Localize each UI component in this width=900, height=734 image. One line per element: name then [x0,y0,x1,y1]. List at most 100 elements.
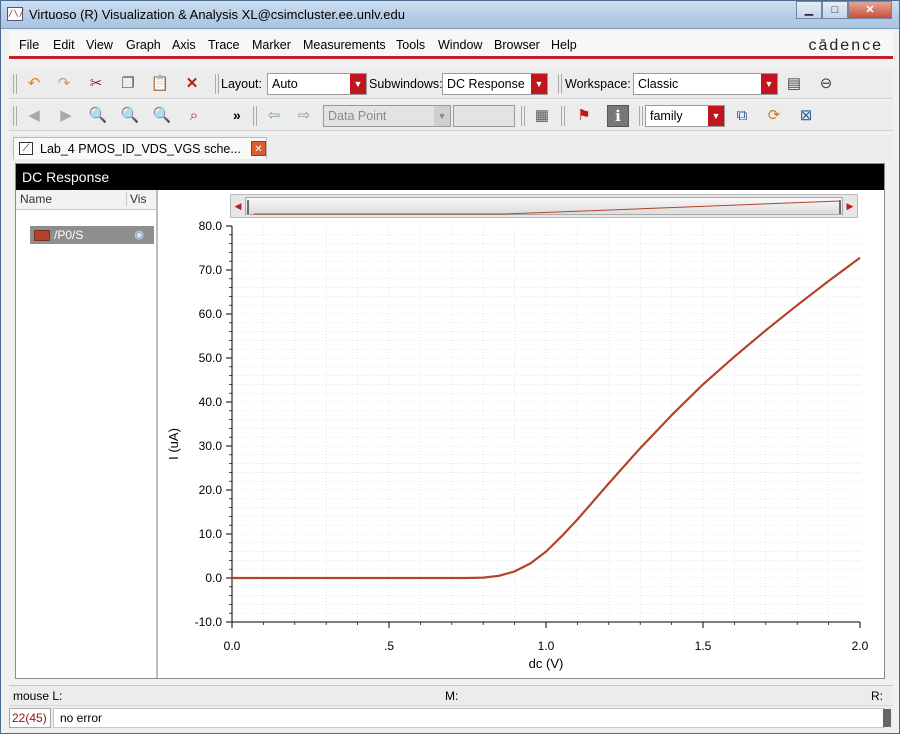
plot-area[interactable]: ◀ ▶ -10.0 0.0 10.0 20.0 30.0 40.0 50.0 60.0 70.0… [160,190,884,678]
scroll-left-icon[interactable]: ◀ [233,199,243,213]
series-line [232,256,861,580]
layout-select[interactable]: Auto ▼ [267,73,367,95]
back-icon[interactable]: ◀ [23,105,45,127]
trace-list-header: Name Vis [16,190,156,210]
marker-type-value: Data Point [328,109,387,123]
menu-help[interactable]: Help [551,38,577,52]
marker-right-icon[interactable]: ⇨ [293,105,315,127]
toolbar-grip[interactable] [13,106,17,126]
title-bar: /\/ Virtuoso (R) Visualization & Analysi… [1,1,899,29]
y-tick-label: 80.0 [199,219,223,233]
vis-column-header[interactable]: Vis [126,192,146,206]
tab-bar: ⟋ Lab_4 PMOS_ID_VDS_VGS sche... ✕ [9,135,893,161]
overlay-icon[interactable]: ⊠ [795,105,817,127]
x-axis-label: dc (V) [529,656,564,671]
chevron-down-icon[interactable]: ▼ [761,74,777,94]
message-bar: 22(45) no error [9,705,893,729]
menu-trace[interactable]: Trace [208,38,240,52]
close-button[interactable]: ✕ [848,1,892,19]
marker-value-input[interactable] [453,105,515,127]
x-tick-label: 0.0 [224,639,241,653]
chevron-down-icon[interactable]: ▼ [350,74,366,94]
trace-item[interactable]: /P0/S ◉ [30,226,154,244]
y-axis-label: I (uA) [166,428,181,460]
zoom-box-icon[interactable]: ⌕ [183,105,205,127]
toolbar-grip[interactable] [13,74,17,94]
menu-measurements[interactable]: Measurements [303,38,386,52]
chevron-down-icon[interactable]: ▼ [434,106,450,126]
close-tab-icon[interactable]: ✕ [251,141,266,156]
toolbar-grip[interactable] [253,106,257,126]
menu-edit[interactable]: Edit [53,38,75,52]
minimize-button[interactable]: ▁ [796,1,822,19]
y-tick-label: -10.0 [195,615,223,629]
toolbar-grip[interactable] [561,106,565,126]
graph-window-icon: ⟋ [19,142,33,155]
y-tick-label: 10.0 [199,527,223,541]
name-column-header[interactable]: Name [20,192,52,206]
toolbar-grip[interactable] [558,74,562,94]
calculator-icon[interactable]: ▦ [531,105,553,127]
menu-window[interactable]: Window [438,38,482,52]
chevron-down-icon[interactable]: ▼ [531,74,547,94]
more-tools-icon[interactable]: » [233,107,241,123]
menu-browser[interactable]: Browser [494,38,540,52]
save-workspace-icon[interactable]: ▤ [783,73,805,95]
forward-icon[interactable]: ▶ [55,105,77,127]
tab-lab4[interactable]: ⟋ Lab_4 PMOS_ID_VDS_VGS sche... ✕ [13,137,267,159]
copy-icon[interactable]: ❐ [117,73,139,95]
subwindows-select[interactable]: DC Response ▼ [442,73,548,95]
family-select[interactable]: family ▼ [645,105,725,127]
y-tick-label: 40.0 [199,395,223,409]
cut-icon[interactable]: ✂ [85,73,107,95]
x-scroll-bar[interactable]: ◀ ▶ [230,194,858,218]
menu-bar: File Edit View Graph Axis Trace Marker M… [9,31,893,59]
menu-view[interactable]: View [86,38,113,52]
command-counter: 22(45) [9,708,51,728]
info-icon[interactable]: ℹ [607,105,629,127]
toolbar-grip[interactable] [215,74,219,94]
zoom-out-icon[interactable]: 🔍 [151,105,173,127]
workspace-label: Workspace: [565,77,631,91]
zoom-fit-icon[interactable]: 🔍 [87,105,109,127]
subwindows-label: Subwindows: [369,77,443,91]
menu-file[interactable]: File [19,38,39,52]
delete-workspace-icon[interactable]: ⊖ [815,73,837,95]
menu-marker[interactable]: Marker [252,38,291,52]
scroll-right-icon[interactable]: ▶ [845,199,855,213]
toolbar-grip[interactable] [639,106,643,126]
toolbar-grip[interactable] [521,106,525,126]
mouse-right-status: R: [871,689,883,703]
zoom-in-icon[interactable]: 🔍 [119,105,141,127]
application-window: /\/ Virtuoso (R) Visualization & Analysi… [0,0,900,734]
scroll-thumb[interactable] [245,197,843,215]
marker-type-select[interactable]: Data Point ▼ [323,105,451,127]
main-toolbar: ↶ ↷ ✂ ❐ 📋 ✕ Layout: Auto ▼ Subwindows: D… [9,69,893,99]
dc-response-chart: -10.00.010.020.030.040.050.060.070.080.0… [166,219,869,671]
x-tick-label: 2.0 [852,639,869,653]
subwindow-title: DC Response [16,164,884,190]
maximize-button[interactable]: □ [822,1,848,19]
strip-chart-icon[interactable]: ⧉ [731,105,753,127]
undo-icon[interactable]: ↶ [23,73,45,95]
menu-tools[interactable]: Tools [396,38,425,52]
marker-left-icon[interactable]: ⇦ [263,105,285,127]
layout-label: Layout: [221,77,263,91]
scroll-preview-trace [254,200,841,215]
menu-graph[interactable]: Graph [126,38,161,52]
workspace-select[interactable]: Classic ▼ [633,73,778,95]
message-scrollbar[interactable] [883,709,891,727]
delete-icon[interactable]: ✕ [181,73,203,95]
paste-icon[interactable]: 📋 [149,73,171,95]
menu-axis[interactable]: Axis [172,38,196,52]
subwindows-value: DC Response [447,77,525,91]
flag-icon[interactable]: ⚑ [573,105,595,127]
mouse-left-status: mouse L: [13,689,63,703]
x-tick-label: .5 [384,639,394,653]
eye-icon[interactable]: ◉ [134,226,144,244]
chevron-down-icon[interactable]: ▼ [708,106,724,126]
y-tick-label: 0.0 [205,571,222,585]
scroll-preview [247,200,841,215]
redo-icon[interactable]: ↷ [53,73,75,95]
refresh-plot-icon[interactable]: ⟳ [763,105,785,127]
